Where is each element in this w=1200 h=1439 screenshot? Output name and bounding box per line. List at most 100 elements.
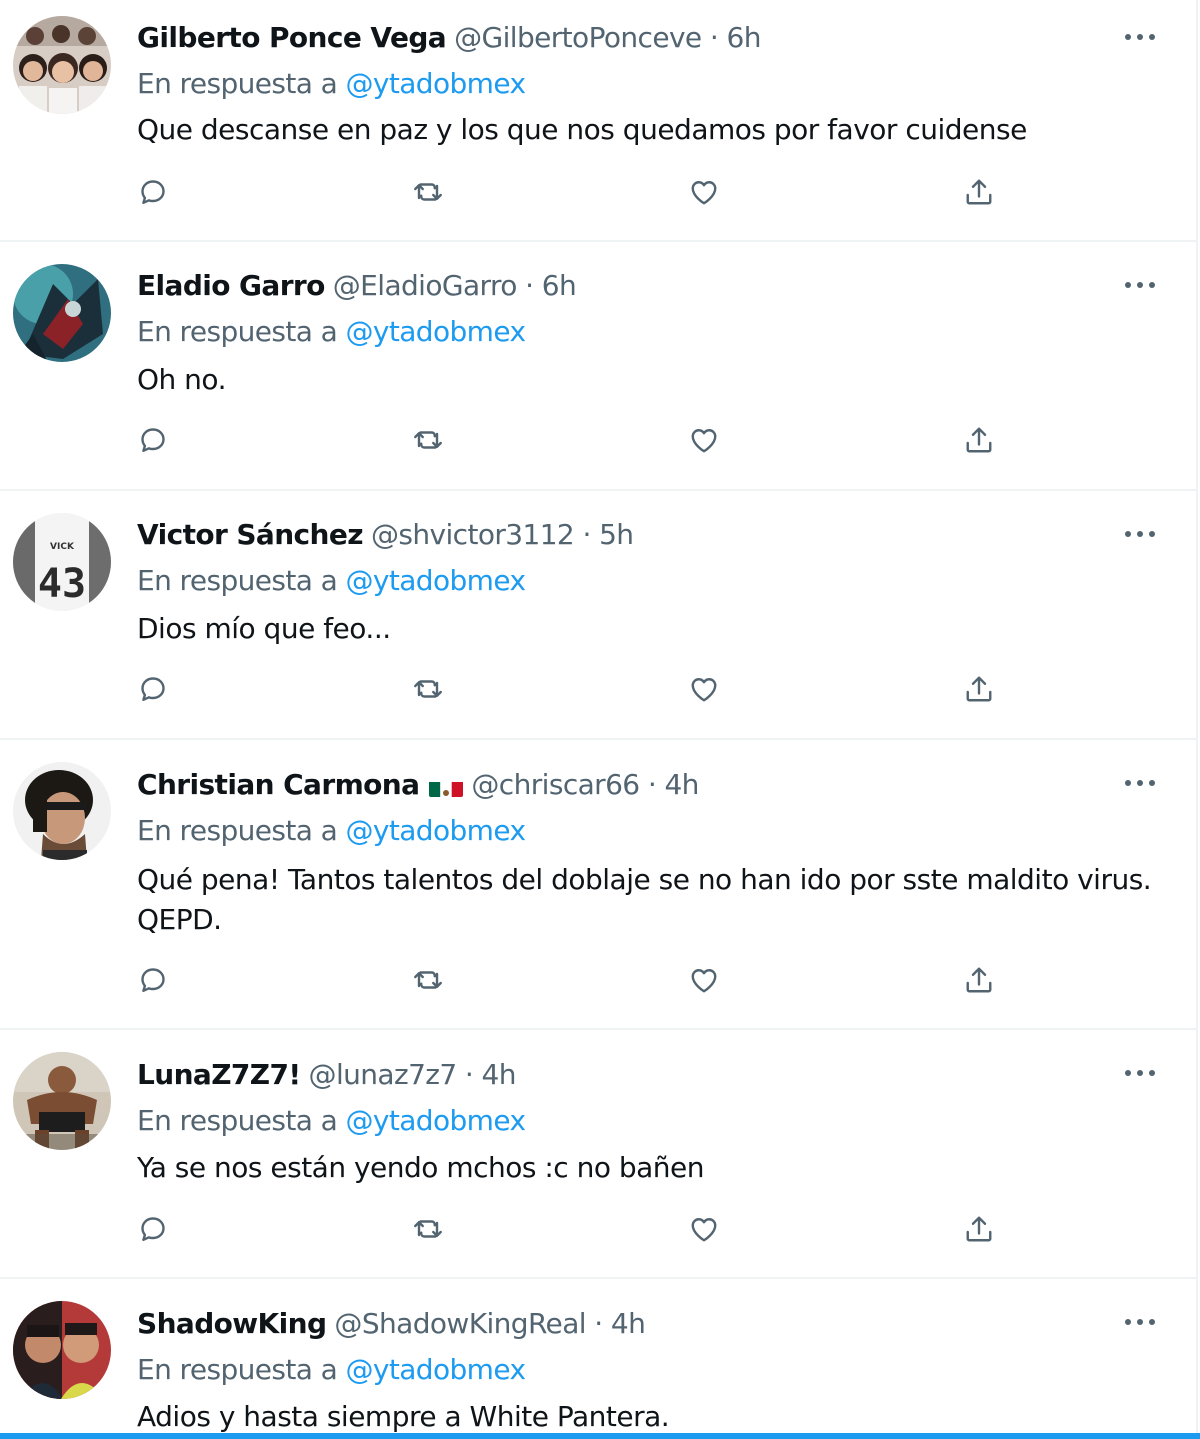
like-button[interactable] [681, 417, 727, 463]
reply-mention-link[interactable]: @ytadobmex [346, 814, 527, 847]
author-handle[interactable]: @ShadowKingReal [334, 1307, 586, 1340]
share-upload-icon [966, 967, 992, 993]
avatar[interactable]: VICK 43 [13, 513, 111, 611]
retweet-button[interactable] [405, 417, 451, 463]
more-dots-icon[interactable] [1120, 1307, 1160, 1337]
tweet-timestamp[interactable]: 6h [727, 21, 762, 54]
like-button[interactable] [681, 957, 727, 1003]
reply-mention-link[interactable]: @ytadobmex [346, 67, 527, 100]
action-bar [130, 417, 1030, 463]
reply-prefix: En respuesta a [137, 564, 338, 597]
more-dots-icon[interactable] [1120, 22, 1160, 52]
retweet-icon [414, 431, 442, 449]
author-name[interactable]: Eladio Garro [137, 269, 325, 302]
tweet-timestamp[interactable]: 4h [482, 1058, 517, 1091]
avatar[interactable] [13, 16, 111, 114]
tweet-header: LunaZ7Z7! @lunaz7z7 · 4h [137, 1055, 517, 1095]
author-name[interactable]: Victor Sánchez [137, 518, 364, 551]
reply-mention-link[interactable]: @ytadobmex [346, 1104, 527, 1137]
tweet-card[interactable]: ShadowKing @ShadowKingReal · 4h En respue… [0, 1279, 1196, 1439]
tweet-card[interactable]: Gilberto Ponce Vega @GilbertoPonceve · 6h… [0, 0, 1196, 242]
separator-dot: · [464, 1058, 474, 1091]
separator-dot: · [525, 269, 534, 302]
share-upload-icon [966, 676, 992, 702]
tweet-card[interactable]: VICK 43 Victor Sánchez @shvictor3112 · 5h… [0, 491, 1196, 740]
tweet-text: Dios mío que feo... [137, 612, 391, 645]
tweet-card[interactable]: Eladio Garro @EladioGarro · 6h En respues… [0, 242, 1196, 491]
reply-button[interactable] [130, 169, 176, 215]
speech-bubble-icon [141, 180, 165, 204]
share-button[interactable] [956, 1206, 1002, 1252]
separator-dot: · [594, 1307, 603, 1340]
reply-context: En respuesta a @ytadobmex [137, 64, 527, 104]
speech-bubble-icon [141, 1217, 165, 1241]
reply-mention-link[interactable]: @ytadobmex [346, 315, 527, 348]
reply-prefix: En respuesta a [137, 1104, 338, 1137]
author-name[interactable]: Christian Carmona [137, 768, 420, 801]
retweet-button[interactable] [405, 169, 451, 215]
avatar[interactable] [13, 1301, 111, 1399]
author-handle[interactable]: @GilbertoPonceve [454, 21, 702, 54]
action-bar [130, 169, 1030, 215]
tweet-card[interactable]: Christian Carmona @chriscar66 · 4h En res… [0, 740, 1196, 1030]
tweet-text: Oh no. [137, 363, 226, 396]
tweet-card[interactable]: LunaZ7Z7! @lunaz7z7 · 4h En respuesta a @… [0, 1030, 1196, 1279]
author-handle[interactable]: @shvictor3112 [371, 518, 575, 551]
share-button[interactable] [956, 169, 1002, 215]
reply-context: En respuesta a @ytadobmex [137, 811, 527, 851]
retweet-button[interactable] [405, 957, 451, 1003]
like-button[interactable] [681, 169, 727, 215]
heart-icon [691, 678, 717, 702]
action-bar [130, 957, 1030, 1003]
jersey-number-text: 43 [38, 561, 86, 607]
retweet-icon [414, 183, 442, 201]
reply-context: En respuesta a @ytadobmex [137, 561, 527, 601]
reply-mention-link[interactable]: @ytadobmex [346, 564, 527, 597]
heart-icon [691, 429, 717, 453]
reply-mention-link[interactable]: @ytadobmex [346, 1353, 527, 1386]
speech-bubble-icon [141, 968, 165, 992]
tweet-timestamp[interactable]: 4h [611, 1307, 646, 1340]
author-name[interactable]: Gilberto Ponce Vega [137, 21, 447, 54]
share-button[interactable] [956, 417, 1002, 463]
action-bar [130, 666, 1030, 712]
author-handle[interactable]: @lunaz7z7 [309, 1058, 458, 1091]
speech-bubble-icon [141, 428, 165, 452]
reply-prefix: En respuesta a [137, 1353, 338, 1386]
tweet-text: Que descanse en paz y los que nos quedam… [137, 113, 1027, 146]
tweet-timestamp[interactable]: 4h [664, 768, 699, 801]
author-handle[interactable]: @EladioGarro [333, 269, 518, 302]
like-button[interactable] [681, 1206, 727, 1252]
more-dots-icon[interactable] [1120, 519, 1160, 549]
separator-dot: · [647, 768, 657, 801]
avatar[interactable] [13, 264, 111, 362]
author-handle[interactable]: @chriscar66 [471, 768, 640, 801]
like-button[interactable] [681, 666, 727, 712]
share-upload-icon [966, 1216, 992, 1242]
reply-button[interactable] [130, 666, 176, 712]
retweet-icon [414, 971, 442, 989]
more-dots-icon[interactable] [1120, 1058, 1160, 1088]
reply-button[interactable] [130, 1206, 176, 1252]
tweet-timestamp[interactable]: 6h [542, 269, 577, 302]
share-button[interactable] [956, 957, 1002, 1003]
retweet-button[interactable] [405, 1206, 451, 1252]
tweet-header: Victor Sánchez @shvictor3112 · 5h [137, 515, 634, 555]
scroll-progress-bar [0, 1433, 1200, 1439]
retweet-button[interactable] [405, 666, 451, 712]
more-dots-icon[interactable] [1120, 270, 1160, 300]
avatar[interactable] [13, 762, 111, 860]
avatar[interactable] [13, 1052, 111, 1150]
author-name[interactable]: ShadowKing [137, 1307, 327, 1340]
tweet-text: Ya se nos están yendo mchos :c no bañen [137, 1151, 705, 1184]
reply-button[interactable] [130, 957, 176, 1003]
reply-button[interactable] [130, 417, 176, 463]
tweet-text: Adios y hasta siempre a White Pantera. [137, 1400, 670, 1433]
share-button[interactable] [956, 666, 1002, 712]
more-dots-icon[interactable] [1120, 768, 1160, 798]
author-name[interactable]: LunaZ7Z7! [137, 1058, 301, 1091]
heart-icon [691, 969, 717, 993]
retweet-icon [414, 680, 442, 698]
tweet-timestamp[interactable]: 5h [599, 518, 634, 551]
retweet-icon [414, 1220, 442, 1238]
